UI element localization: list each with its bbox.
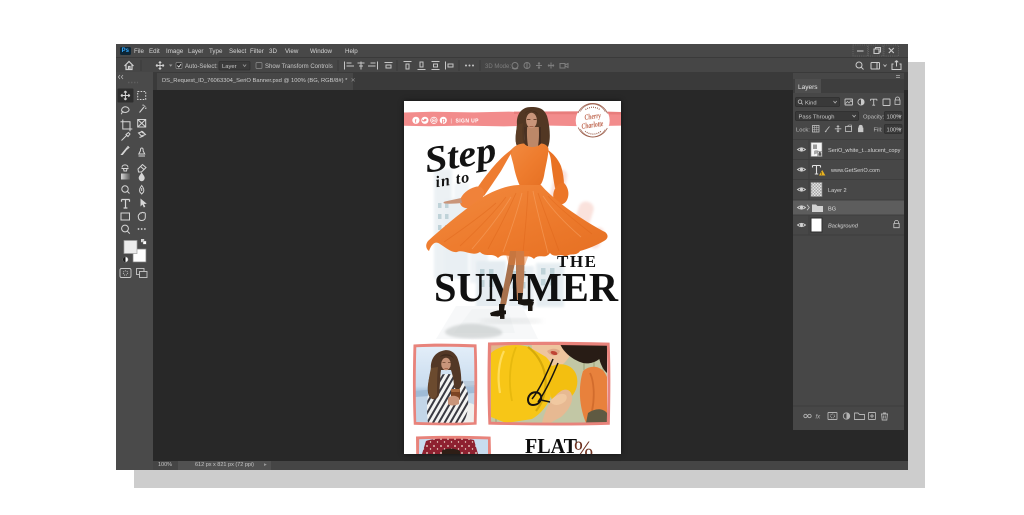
- svg-text:Layer: Layer: [222, 64, 237, 70]
- svg-text:Lock:: Lock:: [796, 128, 810, 134]
- svg-text:SeriO_white_t...slucent_copy: SeriO_white_t...slucent_copy: [828, 148, 901, 154]
- svg-text:FLAT: FLAT: [525, 434, 577, 454]
- svg-text:Background: Background: [828, 224, 859, 230]
- svg-text:|: |: [451, 119, 452, 125]
- svg-text:100%: 100%: [887, 114, 902, 120]
- svg-text:f: f: [415, 119, 417, 125]
- svg-text:100%: 100%: [887, 127, 902, 133]
- svg-text:Auto-Select:: Auto-Select:: [185, 64, 218, 70]
- svg-text:!: !: [821, 171, 822, 176]
- svg-text:Layer 2: Layer 2: [828, 188, 847, 194]
- svg-text:%: %: [574, 437, 593, 454]
- svg-text:Kind: Kind: [805, 101, 817, 107]
- svg-text:Layers: Layers: [798, 84, 818, 91]
- svg-text:BG: BG: [828, 207, 836, 213]
- svg-text:www.GetSeriO.com: www.GetSeriO.com: [830, 168, 880, 174]
- svg-text:Fill:: Fill:: [874, 128, 883, 134]
- svg-text:Pass Through: Pass Through: [799, 114, 835, 120]
- svg-text:Opacity:: Opacity:: [863, 115, 885, 121]
- svg-text:SIGN UP: SIGN UP: [456, 118, 480, 124]
- svg-text:p: p: [442, 119, 446, 125]
- svg-text:Show Transform Controls: Show Transform Controls: [265, 64, 333, 70]
- svg-text:3D Mode:: 3D Mode:: [485, 64, 511, 70]
